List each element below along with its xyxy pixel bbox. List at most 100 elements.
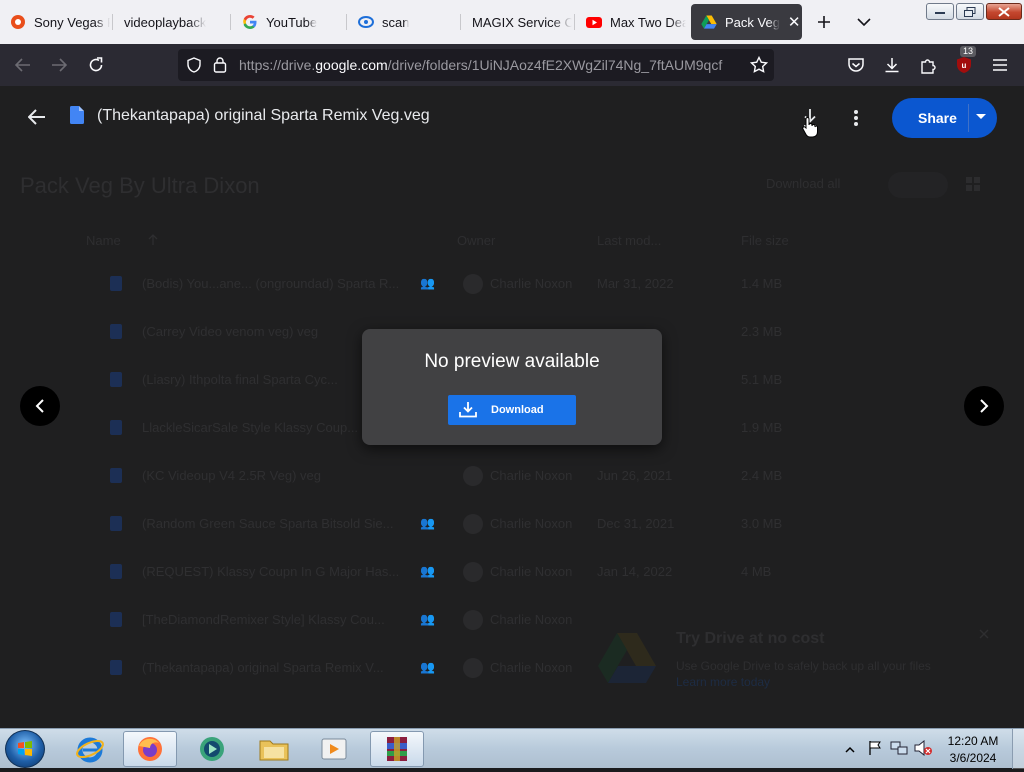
back-button[interactable] xyxy=(10,52,36,78)
file-icon xyxy=(110,612,122,627)
url-bar[interactable]: https://drive.google.com/drive/folders/1… xyxy=(178,49,774,81)
share-divider xyxy=(968,104,969,132)
file-owner: Charlie Noxon xyxy=(490,564,573,579)
svg-text:u: u xyxy=(962,61,967,70)
shared-icon: 👥 xyxy=(420,276,435,290)
tab-sony-vegas[interactable]: Sony Vegas Pr xyxy=(0,4,110,40)
close-tab-icon[interactable]: ✕ xyxy=(786,13,802,31)
action-center-flag-icon[interactable] xyxy=(867,740,883,761)
volume-muted-icon[interactable] xyxy=(914,739,932,761)
no-preview-dialog: No preview available Download xyxy=(362,329,662,445)
restore-button[interactable] xyxy=(956,3,984,20)
winrar-taskbar-button[interactable] xyxy=(370,731,424,767)
clock-time[interactable]: 12:20 AM xyxy=(940,734,1006,748)
minimize-button[interactable] xyxy=(926,3,954,20)
share-button[interactable]: Share xyxy=(892,98,997,138)
reload-icon xyxy=(89,57,103,72)
file-date: Jan 14, 2022 xyxy=(597,564,673,579)
promo-close-icon xyxy=(979,626,989,644)
tab-separator xyxy=(574,14,575,30)
tab-pack-veg[interactable]: Pack Veg B ✕ xyxy=(691,4,802,40)
file-name: (REQUEST) Klassy Coupn In G Major Has... xyxy=(142,564,400,579)
file-owner: Charlie Noxon xyxy=(490,612,573,627)
viewer-back-button[interactable] xyxy=(24,104,50,130)
media-player-taskbar-button[interactable] xyxy=(185,731,239,767)
tab-title: Max Two Dea xyxy=(610,14,686,30)
avatar xyxy=(463,466,483,486)
start-button[interactable] xyxy=(5,730,45,768)
avatar xyxy=(463,274,483,294)
shield-icon[interactable] xyxy=(186,57,202,78)
column-last-modified: Last mod... xyxy=(597,233,662,248)
pocket-button[interactable] xyxy=(843,52,869,78)
shared-icon: 👥 xyxy=(420,564,435,578)
tab-videoplayback[interactable]: videoplayback xyxy=(114,4,228,40)
bookmark-star-icon[interactable] xyxy=(749,55,769,79)
previous-file-button[interactable] xyxy=(20,386,60,426)
shared-icon: 👥 xyxy=(420,516,435,530)
folder-title: Pack Veg By Ultra Dixon xyxy=(20,173,260,198)
download-all-button: Download all xyxy=(766,176,841,191)
chevron-right-icon xyxy=(980,399,989,413)
tab-magix[interactable]: MAGIX Service Ce xyxy=(462,4,572,40)
url-text[interactable]: https://drive.google.com/drive/folders/1… xyxy=(239,57,722,73)
forward-button[interactable] xyxy=(46,52,72,78)
file-size: 2.3 MB xyxy=(741,324,783,339)
chevron-up-icon xyxy=(845,746,855,753)
internet-explorer-taskbar-button[interactable] xyxy=(63,731,117,767)
google-drive-favicon xyxy=(701,14,717,30)
share-dropdown-icon[interactable] xyxy=(976,114,986,119)
column-name: Name xyxy=(86,233,121,248)
sony-vegas-favicon xyxy=(10,14,26,30)
tab-scan[interactable]: scan xyxy=(348,4,460,40)
google-favicon xyxy=(242,14,258,30)
tab-title: MAGIX Service Ce xyxy=(472,14,572,30)
next-file-button[interactable] xyxy=(964,386,1004,426)
lock-icon[interactable] xyxy=(213,56,227,78)
url-host: google.com xyxy=(315,57,388,73)
show-hidden-icons-button[interactable] xyxy=(845,742,855,760)
tab-separator xyxy=(346,14,347,30)
tab-youtube[interactable]: YouTube xyxy=(232,4,344,40)
show-desktop-button[interactable] xyxy=(1012,729,1024,769)
hand-cursor-icon xyxy=(802,116,818,143)
list-all-tabs-button[interactable] xyxy=(852,10,876,34)
firefox-icon xyxy=(138,737,162,761)
file-owner: Charlie Noxon xyxy=(490,468,573,483)
file-explorer-taskbar-button[interactable] xyxy=(247,731,301,767)
file-date: Mar 31, 2022 xyxy=(597,276,674,291)
file-row: [TheDiamondRemixer Style] Klassy Cou... … xyxy=(0,596,1024,644)
close-window-button[interactable] xyxy=(986,3,1022,20)
network-icon[interactable] xyxy=(890,740,908,761)
file-icon xyxy=(110,564,122,579)
restore-icon xyxy=(964,6,976,17)
list-view-toggle xyxy=(888,172,948,198)
more-options-button[interactable] xyxy=(848,108,864,133)
url-prefix: https://drive. xyxy=(239,57,316,73)
extensions-button[interactable] xyxy=(915,52,941,78)
chevron-left-icon xyxy=(35,399,44,413)
file-name: (Bodis) You...ane... (ongroundad) Sparta… xyxy=(142,276,400,291)
new-tab-button[interactable] xyxy=(812,10,836,34)
ublock-extension-button[interactable]: u 13 xyxy=(951,46,977,78)
browser-tab-strip: Sony Vegas Pr videoplayback YouTube scan… xyxy=(0,0,1024,44)
downloads-button[interactable] xyxy=(879,52,905,78)
file-owner: Charlie Noxon xyxy=(490,660,573,675)
ublock-shield-icon: u xyxy=(957,57,971,73)
firefox-taskbar-button[interactable] xyxy=(123,731,177,767)
download-button[interactable]: Download xyxy=(448,395,576,425)
menu-button[interactable] xyxy=(987,52,1013,78)
download-icon xyxy=(885,58,899,73)
avatar xyxy=(463,610,483,630)
file-icon xyxy=(110,324,122,339)
file-size: 1.9 MB xyxy=(741,420,783,435)
tab-max-two[interactable]: Max Two Dea xyxy=(576,4,686,40)
promo-link: Learn more today xyxy=(676,675,771,689)
video-editor-taskbar-button[interactable] xyxy=(307,731,361,767)
promo-text: Use Google Drive to safely back up all y… xyxy=(676,659,931,673)
drive-page: Pack Veg By Ultra Dixon Download all Nam… xyxy=(0,86,1024,728)
reload-button[interactable] xyxy=(83,52,109,78)
clock-date[interactable]: 3/6/2024 xyxy=(940,751,1006,765)
chevron-down-icon xyxy=(857,18,871,27)
file-icon xyxy=(110,276,122,291)
